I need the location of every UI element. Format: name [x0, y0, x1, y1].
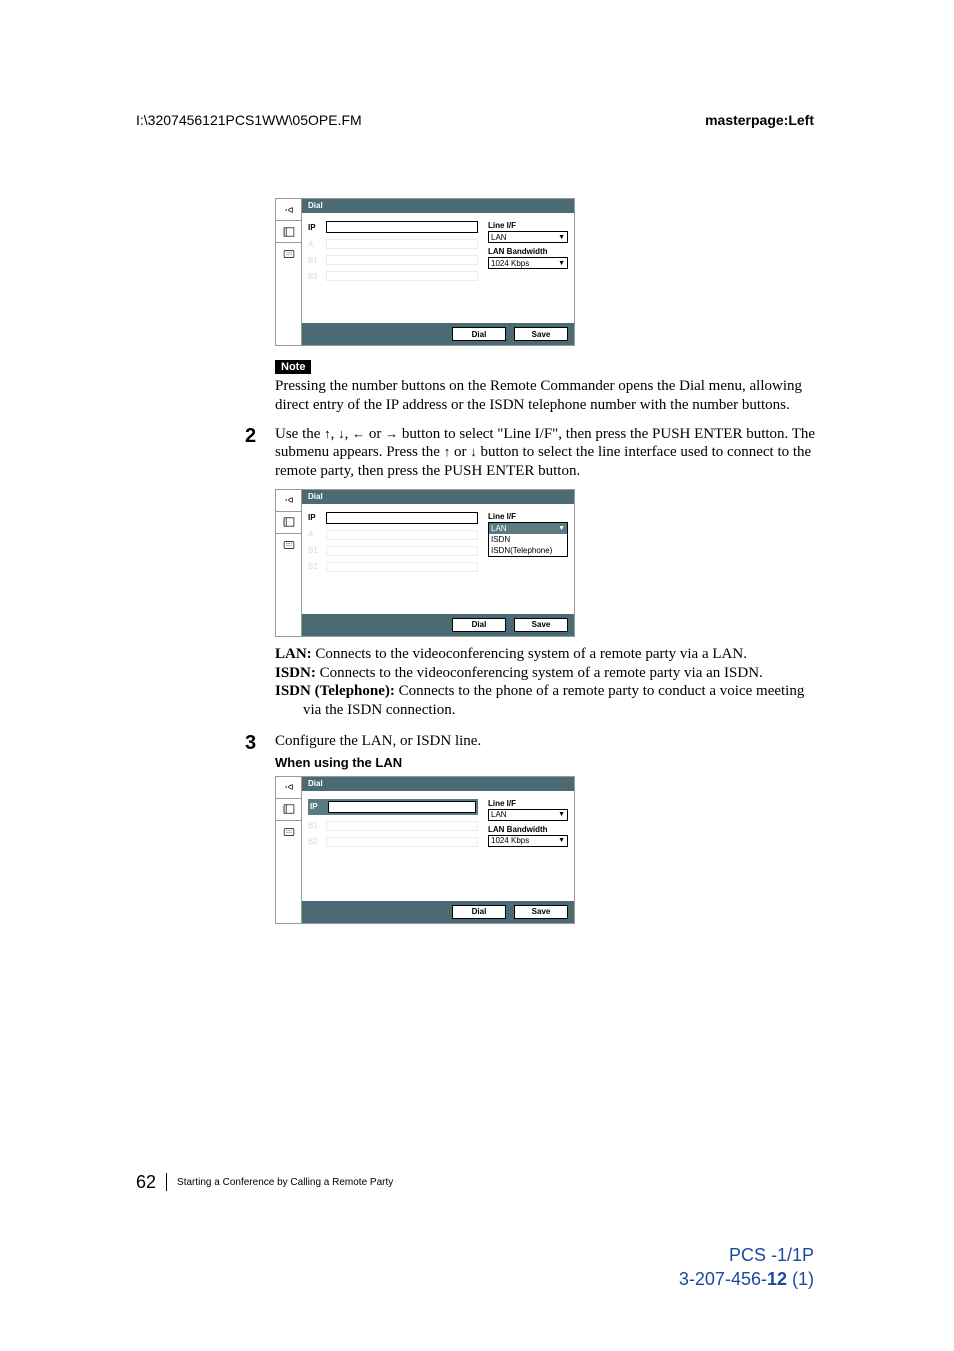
file-path: I:\3207456121PCS1WW\05OPE.FM: [136, 112, 362, 128]
page-footer: 62 Starting a Conference by Calling a Re…: [136, 1173, 393, 1191]
line-if-dropdown-open[interactable]: LAN ▼ ISDN ISDN(Telephone): [488, 522, 568, 557]
footer-text: Starting a Conference by Calling a Remot…: [177, 1177, 393, 1188]
note-text: Pressing the number buttons on the Remot…: [275, 377, 819, 415]
step3-subheading: When using the LAN: [275, 755, 819, 770]
dial-dialog-2: Dial IP A B1 B2 Line I/F LAN: [275, 489, 575, 637]
ip-label: IP: [308, 513, 322, 522]
chevron-down-icon: ▼: [558, 525, 565, 532]
bandwidth-value: 1024 Kbps: [491, 836, 529, 845]
phonebook-icon: [282, 515, 296, 529]
dialog-side-icons: [276, 777, 302, 923]
dialog-title: Dial: [302, 199, 574, 213]
step2-text: Use the ↑, ↓, ← or → button to select "L…: [275, 425, 819, 481]
ip-label: IP: [310, 802, 324, 811]
dialog-side-icons: [276, 490, 302, 636]
note-badge: Note: [275, 360, 311, 374]
step-number-3: 3: [245, 732, 256, 755]
line-if-option-isdn-tel[interactable]: ISDN(Telephone): [489, 545, 567, 556]
ip-input[interactable]: [326, 512, 478, 524]
save-button[interactable]: Save: [514, 618, 568, 632]
page-number: 62: [136, 1173, 167, 1191]
dial-dialog-3: Dial IP B1 B2 Line I/F LAN: [275, 776, 575, 924]
bandwidth-dropdown[interactable]: 1024 Kbps ▼: [488, 257, 568, 269]
keypad-icon: [282, 825, 296, 839]
line-if-label: Line I/F: [488, 221, 568, 230]
bandwidth-dropdown[interactable]: 1024 Kbps ▼: [488, 835, 568, 847]
dialog-side-icons: [276, 199, 302, 345]
chevron-down-icon: ▼: [558, 260, 565, 267]
chevron-down-icon: ▼: [558, 837, 565, 844]
save-button[interactable]: Save: [514, 327, 568, 341]
phonebook-icon: [282, 802, 296, 816]
document-id: PCS -1/1P 3-207-456-12 (1): [679, 1244, 814, 1291]
def-isdn-tel: ISDN (Telephone): Connects to the phone …: [275, 682, 819, 720]
dial-icon: [282, 493, 296, 507]
dial-dialog-1: Dial IP A B1 B2 Line I/F LAN: [275, 198, 575, 346]
line-if-option-lan[interactable]: LAN: [491, 524, 507, 533]
chevron-down-icon: ▼: [558, 234, 565, 241]
keypad-icon: [282, 538, 296, 552]
bandwidth-value: 1024 Kbps: [491, 259, 529, 268]
line-if-value: LAN: [491, 810, 507, 819]
bandwidth-label: LAN Bandwidth: [488, 825, 568, 834]
chevron-down-icon: ▼: [558, 811, 565, 818]
phonebook-icon: [282, 225, 296, 239]
bandwidth-label: LAN Bandwidth: [488, 247, 568, 256]
dial-icon: [282, 780, 296, 794]
save-button[interactable]: Save: [514, 905, 568, 919]
line-if-dropdown[interactable]: LAN ▼: [488, 231, 568, 243]
line-if-label: Line I/F: [488, 799, 568, 808]
ip-label: IP: [308, 223, 322, 232]
ip-input[interactable]: [328, 801, 476, 813]
keypad-icon: [282, 247, 296, 261]
def-isdn: ISDN: Connects to the videoconferencing …: [275, 664, 819, 683]
masterpage-label: masterpage:Left: [705, 112, 814, 128]
def-lan: LAN: Connects to the videoconferencing s…: [275, 645, 819, 664]
dial-button[interactable]: Dial: [452, 327, 506, 341]
dial-button[interactable]: Dial: [452, 618, 506, 632]
line-if-option-isdn[interactable]: ISDN: [489, 534, 567, 545]
step-number-2: 2: [245, 425, 256, 448]
line-if-value: LAN: [491, 233, 507, 242]
ip-input[interactable]: [326, 221, 478, 233]
dialog-title: Dial: [302, 490, 574, 504]
dial-button[interactable]: Dial: [452, 905, 506, 919]
step3-text: Configure the LAN, or ISDN line.: [275, 732, 819, 751]
dialog-title: Dial: [302, 777, 574, 791]
line-if-label: Line I/F: [488, 512, 568, 521]
dial-icon: [282, 203, 296, 217]
line-if-dropdown[interactable]: LAN ▼: [488, 809, 568, 821]
